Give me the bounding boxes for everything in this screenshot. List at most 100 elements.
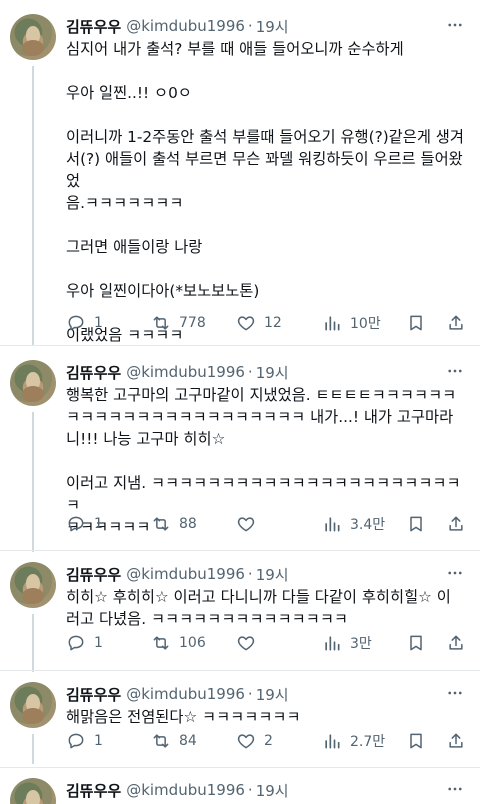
retweet-button[interactable]: 84 xyxy=(151,730,197,752)
tweet[interactable]: 김뜌우우 @kimdubu1996 · 19시 해맑음은 전염된다☆ ㅋㅋㅋㅋㅋ… xyxy=(0,682,480,764)
avatar[interactable] xyxy=(10,778,56,804)
reply-count: 1 xyxy=(94,635,103,651)
views-button[interactable]: 2.7만 xyxy=(322,730,385,752)
separator-dot: · xyxy=(247,363,253,381)
bookmark-icon xyxy=(410,516,422,532)
bookmark-button[interactable] xyxy=(406,632,426,654)
avatar[interactable] xyxy=(10,682,56,728)
author-name[interactable]: 김뜌우우 xyxy=(66,362,121,383)
tweet-text: 심지어 내가 출석? 부를 때 애들 들어오니까 순수하게 우아 일찐..!! … xyxy=(66,40,464,344)
share-button[interactable] xyxy=(446,730,466,752)
timestamp[interactable]: 19시 xyxy=(256,564,289,585)
author-handle[interactable]: @kimdubu1996 xyxy=(126,565,245,583)
author-name[interactable]: 김뜌우우 xyxy=(66,684,121,705)
more-icon[interactable] xyxy=(444,360,466,382)
action-bar: 1 106 3만 xyxy=(66,632,468,654)
tweet-header: 김뜌우우 @kimdubu1996 · 19시 xyxy=(66,562,466,586)
action-bar: 1 778 12 10만 xyxy=(66,312,468,334)
tweet-header: 김뜌우우 @kimdubu1996 · 19시 xyxy=(66,14,466,38)
reply-icon xyxy=(68,315,84,331)
reply-button[interactable]: 1 xyxy=(66,513,103,535)
author-name[interactable]: 김뜌우우 xyxy=(66,16,121,37)
share-icon xyxy=(449,516,463,531)
views-button[interactable]: 10만 xyxy=(322,312,381,334)
like-icon xyxy=(237,636,255,651)
retweet-button[interactable]: 778 xyxy=(151,312,206,334)
author-handle[interactable]: @kimdubu1996 xyxy=(126,781,245,799)
retweet-button[interactable]: 88 xyxy=(151,513,197,535)
views-count: 3.4만 xyxy=(350,517,386,533)
like-button[interactable]: 12 xyxy=(236,312,282,334)
tweet[interactable]: 김뜌우우 @kimdubu1996 · 19시 심지어 내가 출석? 부를 때 … xyxy=(0,14,480,346)
bookmark-icon xyxy=(410,635,422,651)
views-count: 2.7만 xyxy=(350,734,386,750)
avatar[interactable] xyxy=(10,360,56,406)
thread-line xyxy=(32,734,34,764)
retweet-button[interactable]: 106 xyxy=(151,632,206,654)
views-button[interactable]: 3만 xyxy=(322,632,372,654)
views-button[interactable]: 3.4만 xyxy=(322,513,385,535)
timestamp[interactable]: 19시 xyxy=(256,780,289,801)
author-name[interactable]: 김뜌우우 xyxy=(66,564,121,585)
like-icon xyxy=(237,316,255,331)
like-button[interactable]: 2 xyxy=(236,730,273,752)
reply-icon xyxy=(68,733,84,749)
more-icon[interactable] xyxy=(444,682,466,704)
like-count: 12 xyxy=(264,315,282,331)
retweet-count: 88 xyxy=(179,516,197,532)
more-icon[interactable] xyxy=(444,778,466,800)
separator-dot: · xyxy=(247,17,253,35)
views-icon xyxy=(325,734,340,749)
tweet-header: 김뜌우우 @kimdubu1996 · 19시 xyxy=(66,682,466,706)
reply-icon xyxy=(68,635,84,651)
tweet[interactable]: 김뜌우우 @kimdubu1996 · 19시 히히☆ 후히히☆ 이러고 다니니… xyxy=(0,562,480,672)
views-count: 3만 xyxy=(350,636,372,652)
reply-button[interactable]: 1 xyxy=(66,312,103,334)
reply-count: 1 xyxy=(94,516,103,532)
timestamp[interactable]: 19시 xyxy=(256,362,289,383)
author-handle[interactable]: @kimdubu1996 xyxy=(126,363,245,381)
tweet[interactable]: 김뜌우우 @kimdubu1996 · 19시 행복한 고구마의 고구마같이 지… xyxy=(0,360,480,552)
share-button[interactable] xyxy=(446,312,466,334)
tweet-header: 김뜌우우 @kimdubu1996 · 19시 xyxy=(66,778,466,802)
views-icon xyxy=(325,517,340,532)
share-icon xyxy=(449,733,463,748)
retweet-icon xyxy=(153,636,169,650)
share-button[interactable] xyxy=(446,632,466,654)
like-button[interactable] xyxy=(236,632,264,654)
divider xyxy=(0,767,480,768)
author-name[interactable]: 김뜌우우 xyxy=(66,780,121,801)
views-icon xyxy=(325,316,340,331)
divider xyxy=(0,550,480,551)
reply-count: 1 xyxy=(94,315,103,331)
tweet-text: 히히☆ 후히히☆ 이러고 다니니까 다들 다같이 후히히힐☆ 이 러고 다녔음.… xyxy=(66,588,451,628)
reply-button[interactable]: 1 xyxy=(66,632,103,654)
bookmark-button[interactable] xyxy=(406,312,426,334)
tweet-header: 김뜌우우 @kimdubu1996 · 19시 xyxy=(66,360,466,384)
like-button[interactable] xyxy=(236,513,264,535)
timestamp[interactable]: 19시 xyxy=(256,16,289,37)
timestamp[interactable]: 19시 xyxy=(256,684,289,705)
thread-line xyxy=(32,614,34,672)
like-icon xyxy=(237,734,255,749)
share-button[interactable] xyxy=(446,513,466,535)
reply-button[interactable]: 1 xyxy=(66,730,103,752)
thread-line xyxy=(32,412,34,552)
author-handle[interactable]: @kimdubu1996 xyxy=(126,685,245,703)
more-icon[interactable] xyxy=(444,14,466,36)
divider xyxy=(0,345,480,346)
bookmark-icon xyxy=(410,315,422,331)
retweet-icon xyxy=(153,734,169,748)
separator-dot: · xyxy=(247,781,253,799)
bookmark-button[interactable] xyxy=(406,513,426,535)
share-icon xyxy=(449,635,463,650)
views-count: 10만 xyxy=(350,316,381,332)
avatar[interactable] xyxy=(10,562,56,608)
tweet-text: 해맑음은 전염된다☆ ㅋㅋㅋㅋㅋㅋㅋ xyxy=(66,708,301,726)
author-handle[interactable]: @kimdubu1996 xyxy=(126,17,245,35)
tweet[interactable]: 김뜌우우 @kimdubu1996 · 19시 xyxy=(0,778,480,804)
more-icon[interactable] xyxy=(444,562,466,584)
avatar[interactable] xyxy=(10,14,56,60)
thread-line xyxy=(32,66,34,346)
bookmark-button[interactable] xyxy=(406,730,426,752)
